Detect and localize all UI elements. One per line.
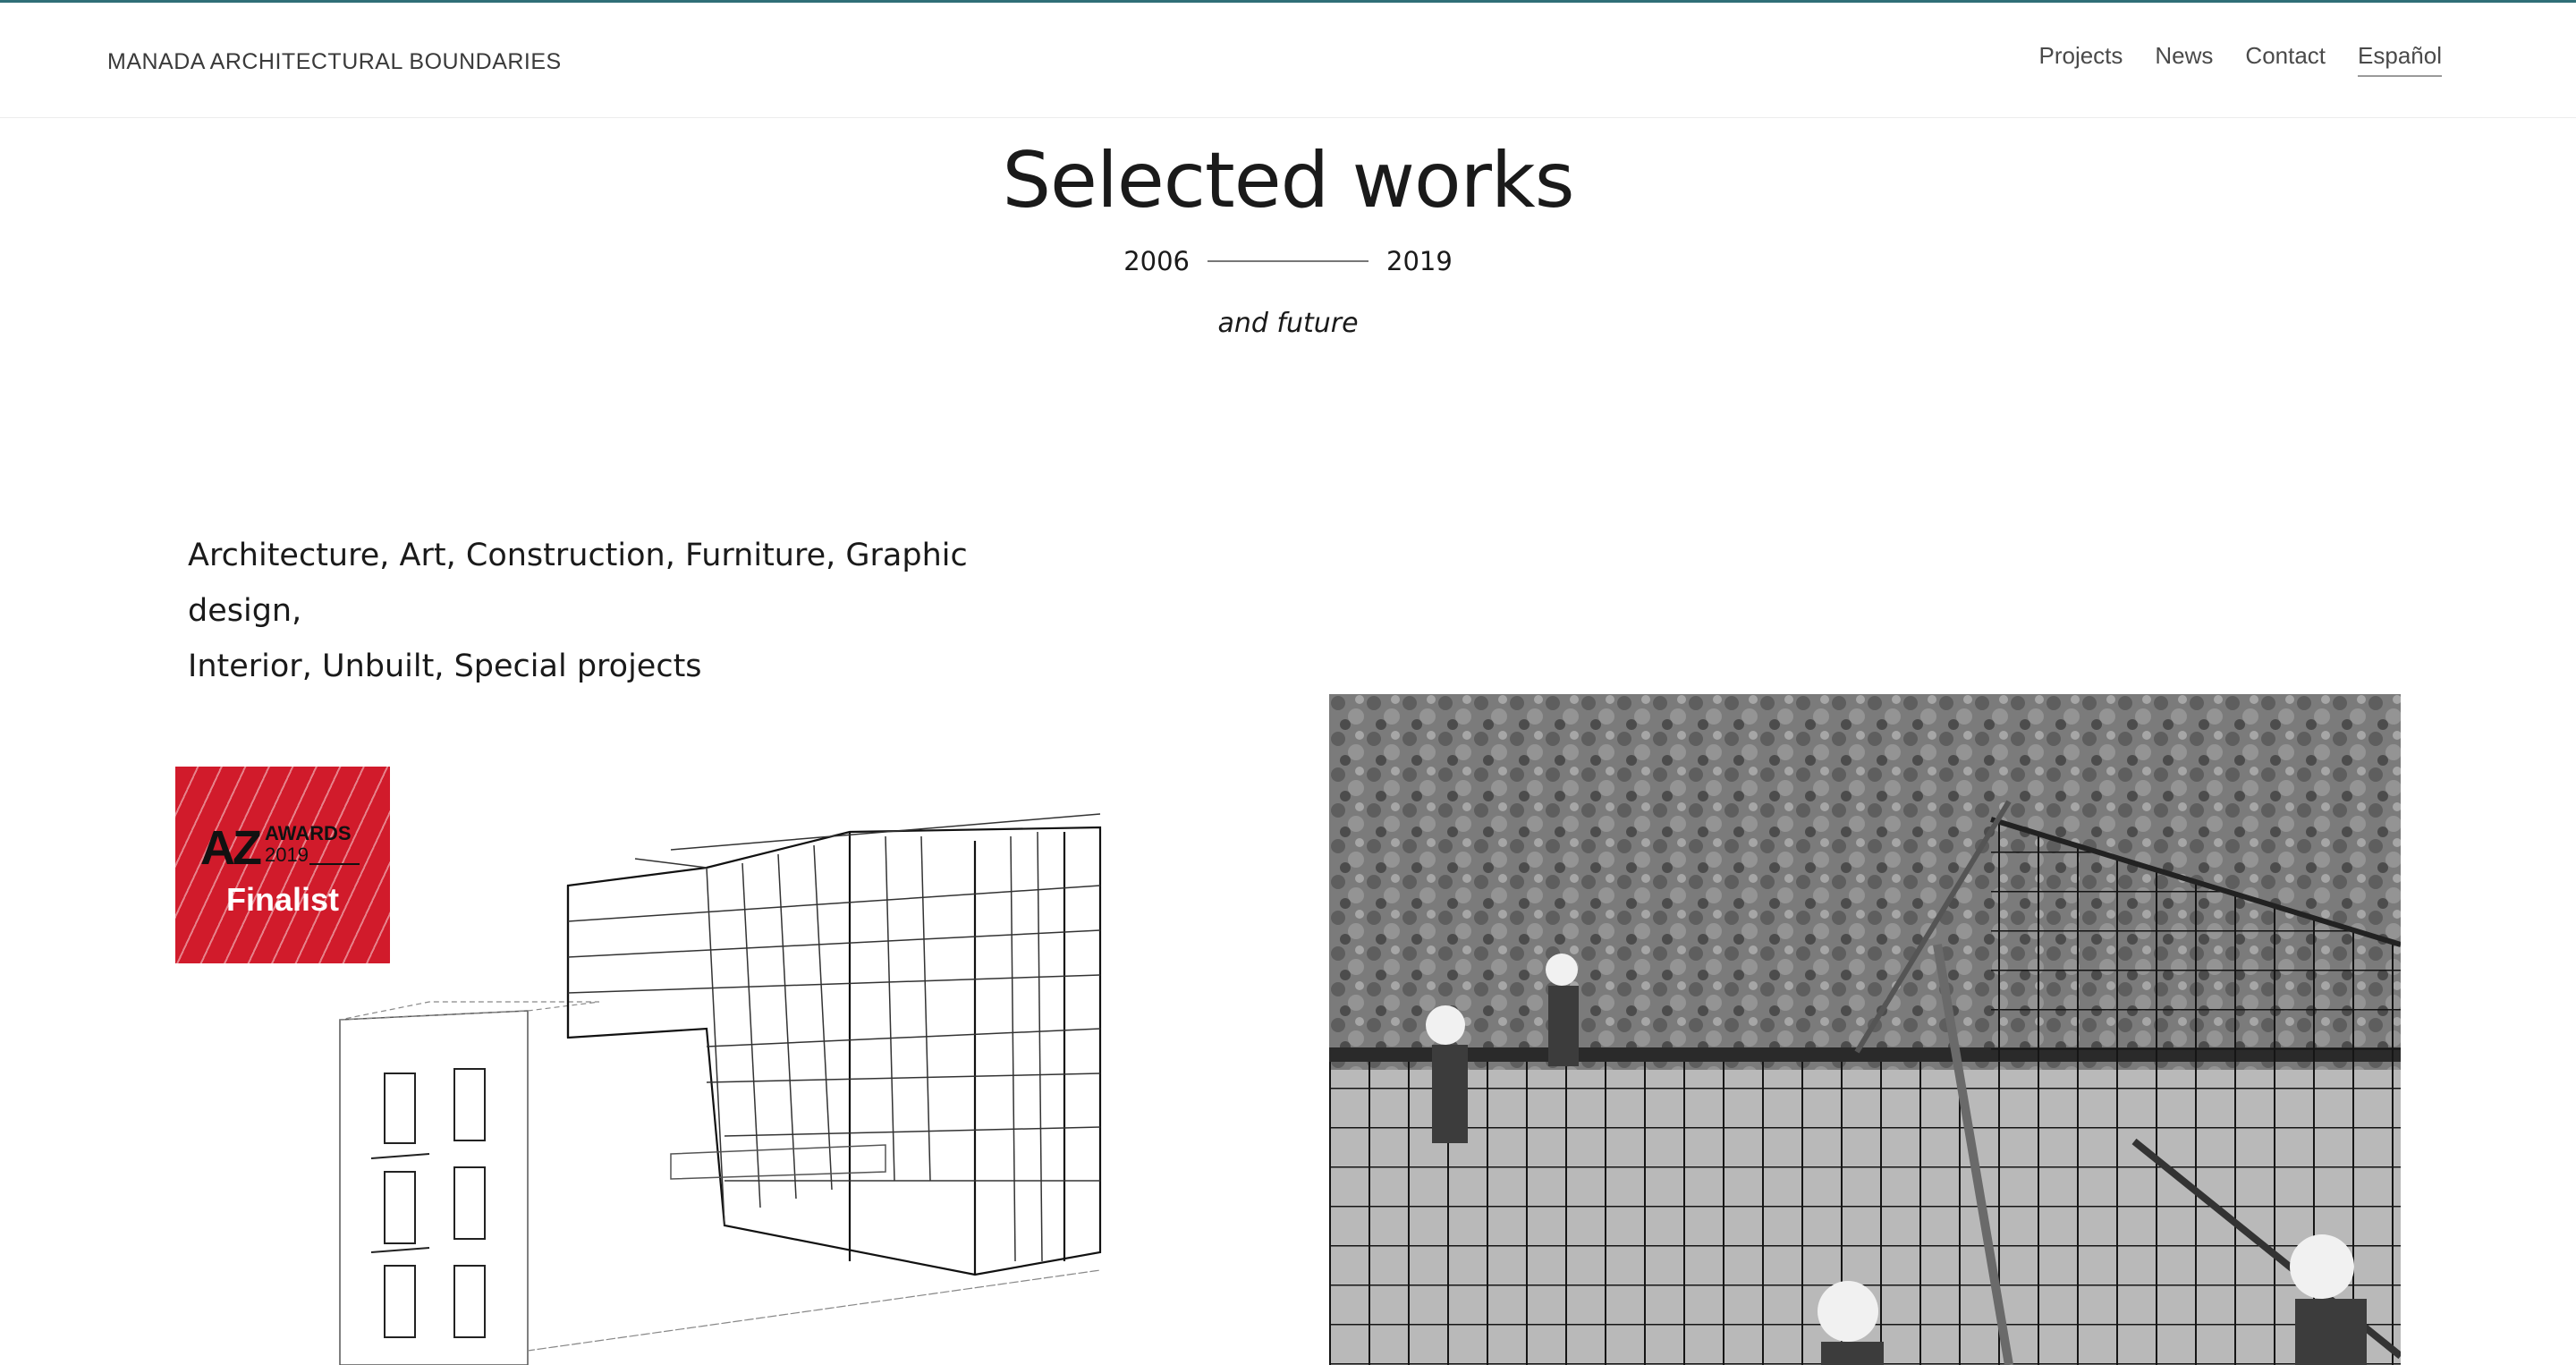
year-range: 2006 2019 (0, 246, 2576, 276)
year-end: 2019 (1386, 246, 1453, 276)
nav-contact[interactable]: Contact (2245, 42, 2326, 77)
nav-news[interactable]: News (2155, 42, 2213, 77)
az-awards-finalist-badge: AZ AWARDS 2019 Finalist (175, 767, 390, 963)
badge-az-logo: AZ (200, 821, 262, 875)
category-architecture[interactable]: Architecture (188, 538, 379, 573)
badge-status: Finalist (225, 881, 340, 918)
year-start: 2006 (1123, 246, 1190, 276)
category-furniture[interactable]: Furniture (685, 538, 826, 573)
badge-awards-label: AWARDS (265, 822, 352, 844)
category-art[interactable]: Art (400, 538, 446, 573)
nav-language-espanol[interactable]: Español (2358, 42, 2442, 77)
category-construction[interactable]: Construction (466, 538, 665, 573)
category-special-projects[interactable]: Special projects (454, 649, 702, 684)
page-title: Selected works (1002, 136, 1574, 225)
badge-underline (309, 863, 360, 865)
nav-projects[interactable]: Projects (2038, 42, 2123, 77)
tagline: and future (1217, 308, 1359, 339)
year-divider (1208, 260, 1368, 262)
project-construction-photo[interactable] (1329, 694, 2401, 1365)
main-nav: Projects News Contact Español (2038, 42, 2442, 77)
badge-year: 2019 (265, 844, 309, 866)
site-header: MANADA ARCHITECTURAL BOUNDARIES Projects… (0, 3, 2576, 118)
site-brand[interactable]: MANADA ARCHITECTURAL BOUNDARIES (107, 49, 562, 75)
category-unbuilt[interactable]: Unbuilt (322, 649, 434, 684)
category-filter: Architecture, Art, Construction, Furnitu… (188, 538, 968, 684)
category-interior[interactable]: Interior (188, 649, 302, 684)
